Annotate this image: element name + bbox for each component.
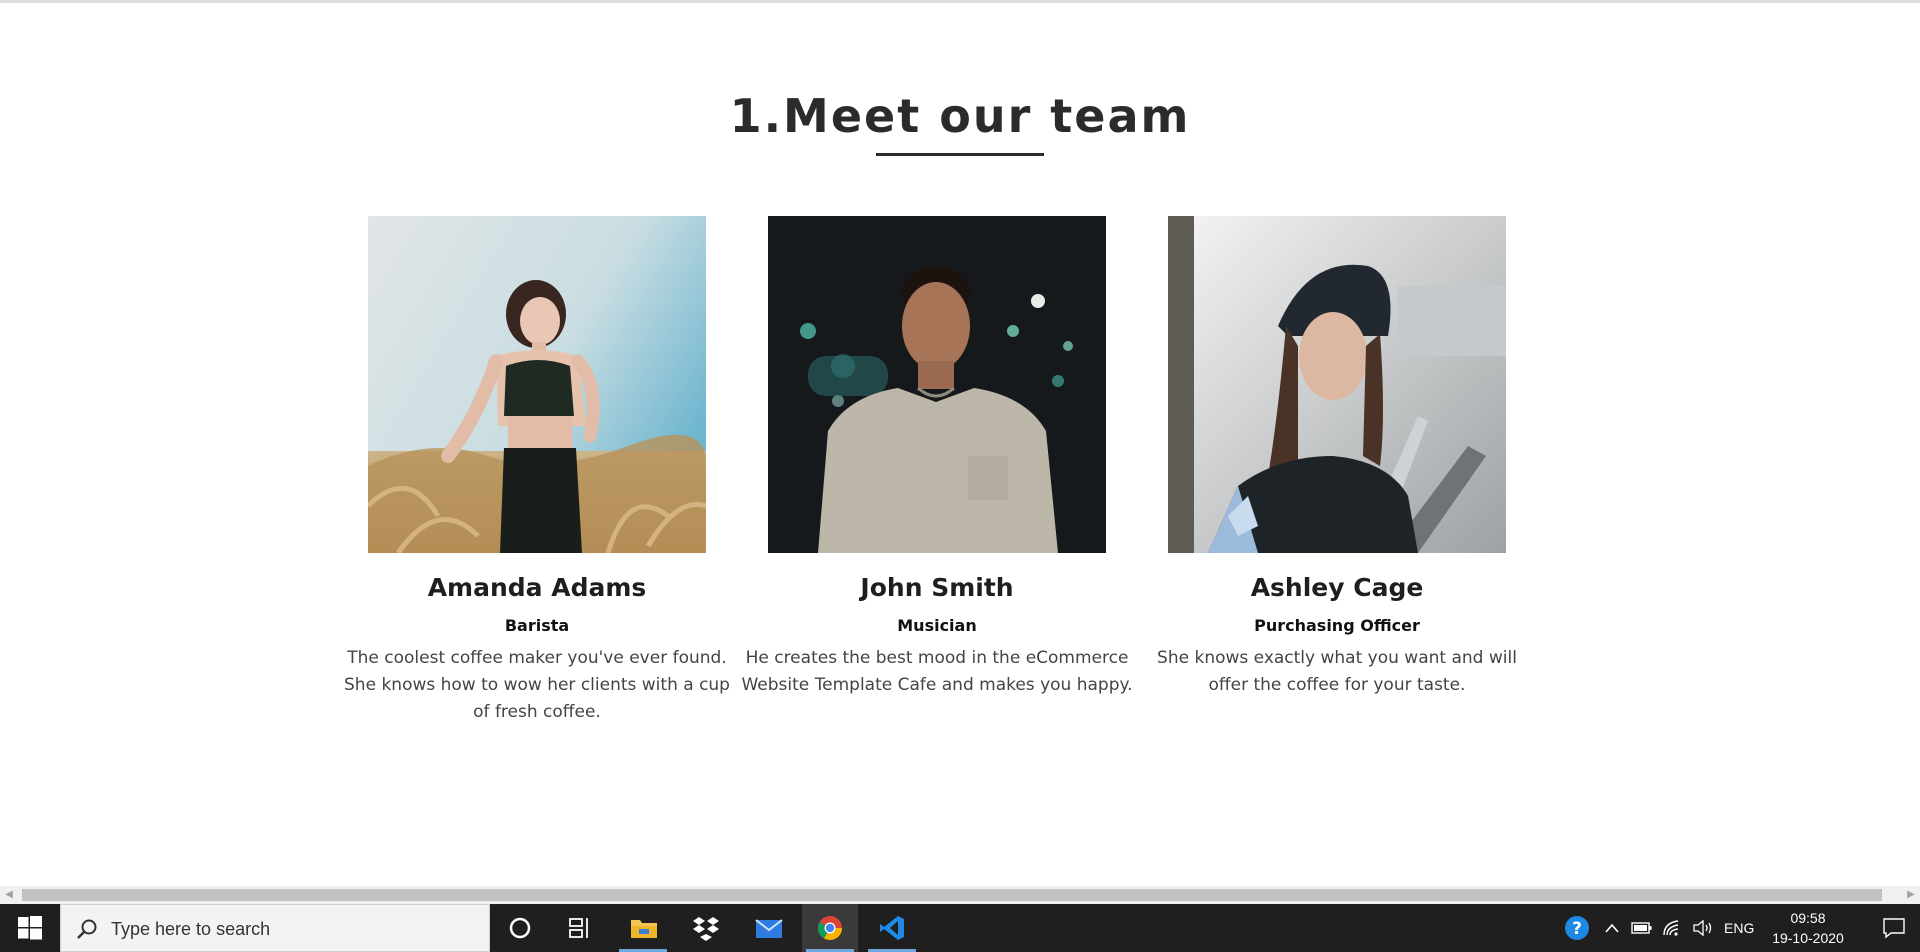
member-description: The coolest coffee maker you've ever fou… [344, 648, 730, 722]
mail-button[interactable] [740, 904, 796, 952]
cortana-icon [509, 917, 531, 939]
speaker-icon [1693, 919, 1712, 937]
search-placeholder: Type here to search [111, 919, 271, 939]
member-description: He creates the best mood in the eCommerc… [741, 648, 1133, 695]
section-title: 1.Meet our team [729, 89, 1191, 143]
dropbox-icon [693, 917, 719, 941]
task-view-button[interactable] [552, 904, 608, 952]
network-button[interactable] [1660, 904, 1684, 952]
taskbar-clock[interactable]: 09:58 19-10-2020 [1760, 908, 1856, 948]
vscode-button[interactable] [864, 904, 920, 952]
battery-icon [1631, 922, 1652, 934]
language-indicator[interactable]: ENG [1724, 904, 1756, 952]
member-description: She knows exactly what you want and will… [1157, 648, 1517, 695]
clock-time: 09:58 [1790, 910, 1826, 926]
task-view-icon [569, 918, 588, 938]
member-photo [368, 216, 706, 553]
taskbar: Type here to search ? ENG 09:58 19-10-20… [0, 904, 1920, 952]
member-name: Ashley Cage [1250, 573, 1424, 602]
team-card: Ashley Cage Purchasing Officer She knows… [1137, 216, 1537, 699]
windows-logo-icon [18, 916, 42, 940]
vscode-icon [880, 916, 904, 940]
mail-icon [755, 919, 783, 938]
horizontal-scrollbar[interactable]: ◀ ▶ [0, 886, 1920, 904]
volume-button[interactable] [1690, 904, 1716, 952]
notification-icon [1883, 918, 1905, 939]
file-explorer-button[interactable] [615, 904, 671, 952]
search-icon [77, 919, 97, 939]
help-icon: ? [1565, 916, 1589, 940]
help-tray-button[interactable]: ? [1562, 904, 1592, 952]
scroll-left-arrow-icon[interactable]: ◀ [0, 886, 18, 904]
show-hidden-icons-button[interactable] [1600, 904, 1624, 952]
chevron-up-icon [1605, 923, 1619, 933]
start-button[interactable] [0, 904, 60, 952]
member-photo [768, 216, 1106, 553]
member-photo [1168, 216, 1506, 553]
file-explorer-icon [631, 920, 657, 938]
wifi-icon [1663, 920, 1679, 936]
svg-text:?: ? [1572, 919, 1582, 939]
title-underline [876, 153, 1044, 156]
taskbar-search-box[interactable]: Type here to search [60, 904, 490, 952]
team-card: John Smith Musician He creates the best … [737, 216, 1137, 699]
chrome-button[interactable] [802, 904, 858, 952]
scroll-right-arrow-icon[interactable]: ▶ [1902, 886, 1920, 904]
scrollbar-thumb[interactable] [22, 889, 1882, 901]
dropbox-button[interactable] [677, 904, 733, 952]
member-role: Barista [504, 616, 570, 635]
member-name: John Smith [860, 573, 1014, 602]
clock-date: 19-10-2020 [1772, 930, 1844, 946]
team-card: Amanda Adams Barista The coolest coffee … [337, 216, 737, 726]
chrome-icon [818, 916, 842, 941]
member-role: Purchasing Officer [1254, 616, 1420, 635]
action-center-button[interactable] [1868, 904, 1920, 952]
member-name: Amanda Adams [427, 573, 647, 602]
language-label: ENG [1724, 920, 1755, 936]
cortana-button[interactable] [492, 904, 548, 952]
web-page: 1.Meet our team Amanda Adams Barista The… [0, 3, 1920, 886]
battery-button[interactable] [1630, 904, 1654, 952]
member-role: Musician [897, 616, 977, 635]
